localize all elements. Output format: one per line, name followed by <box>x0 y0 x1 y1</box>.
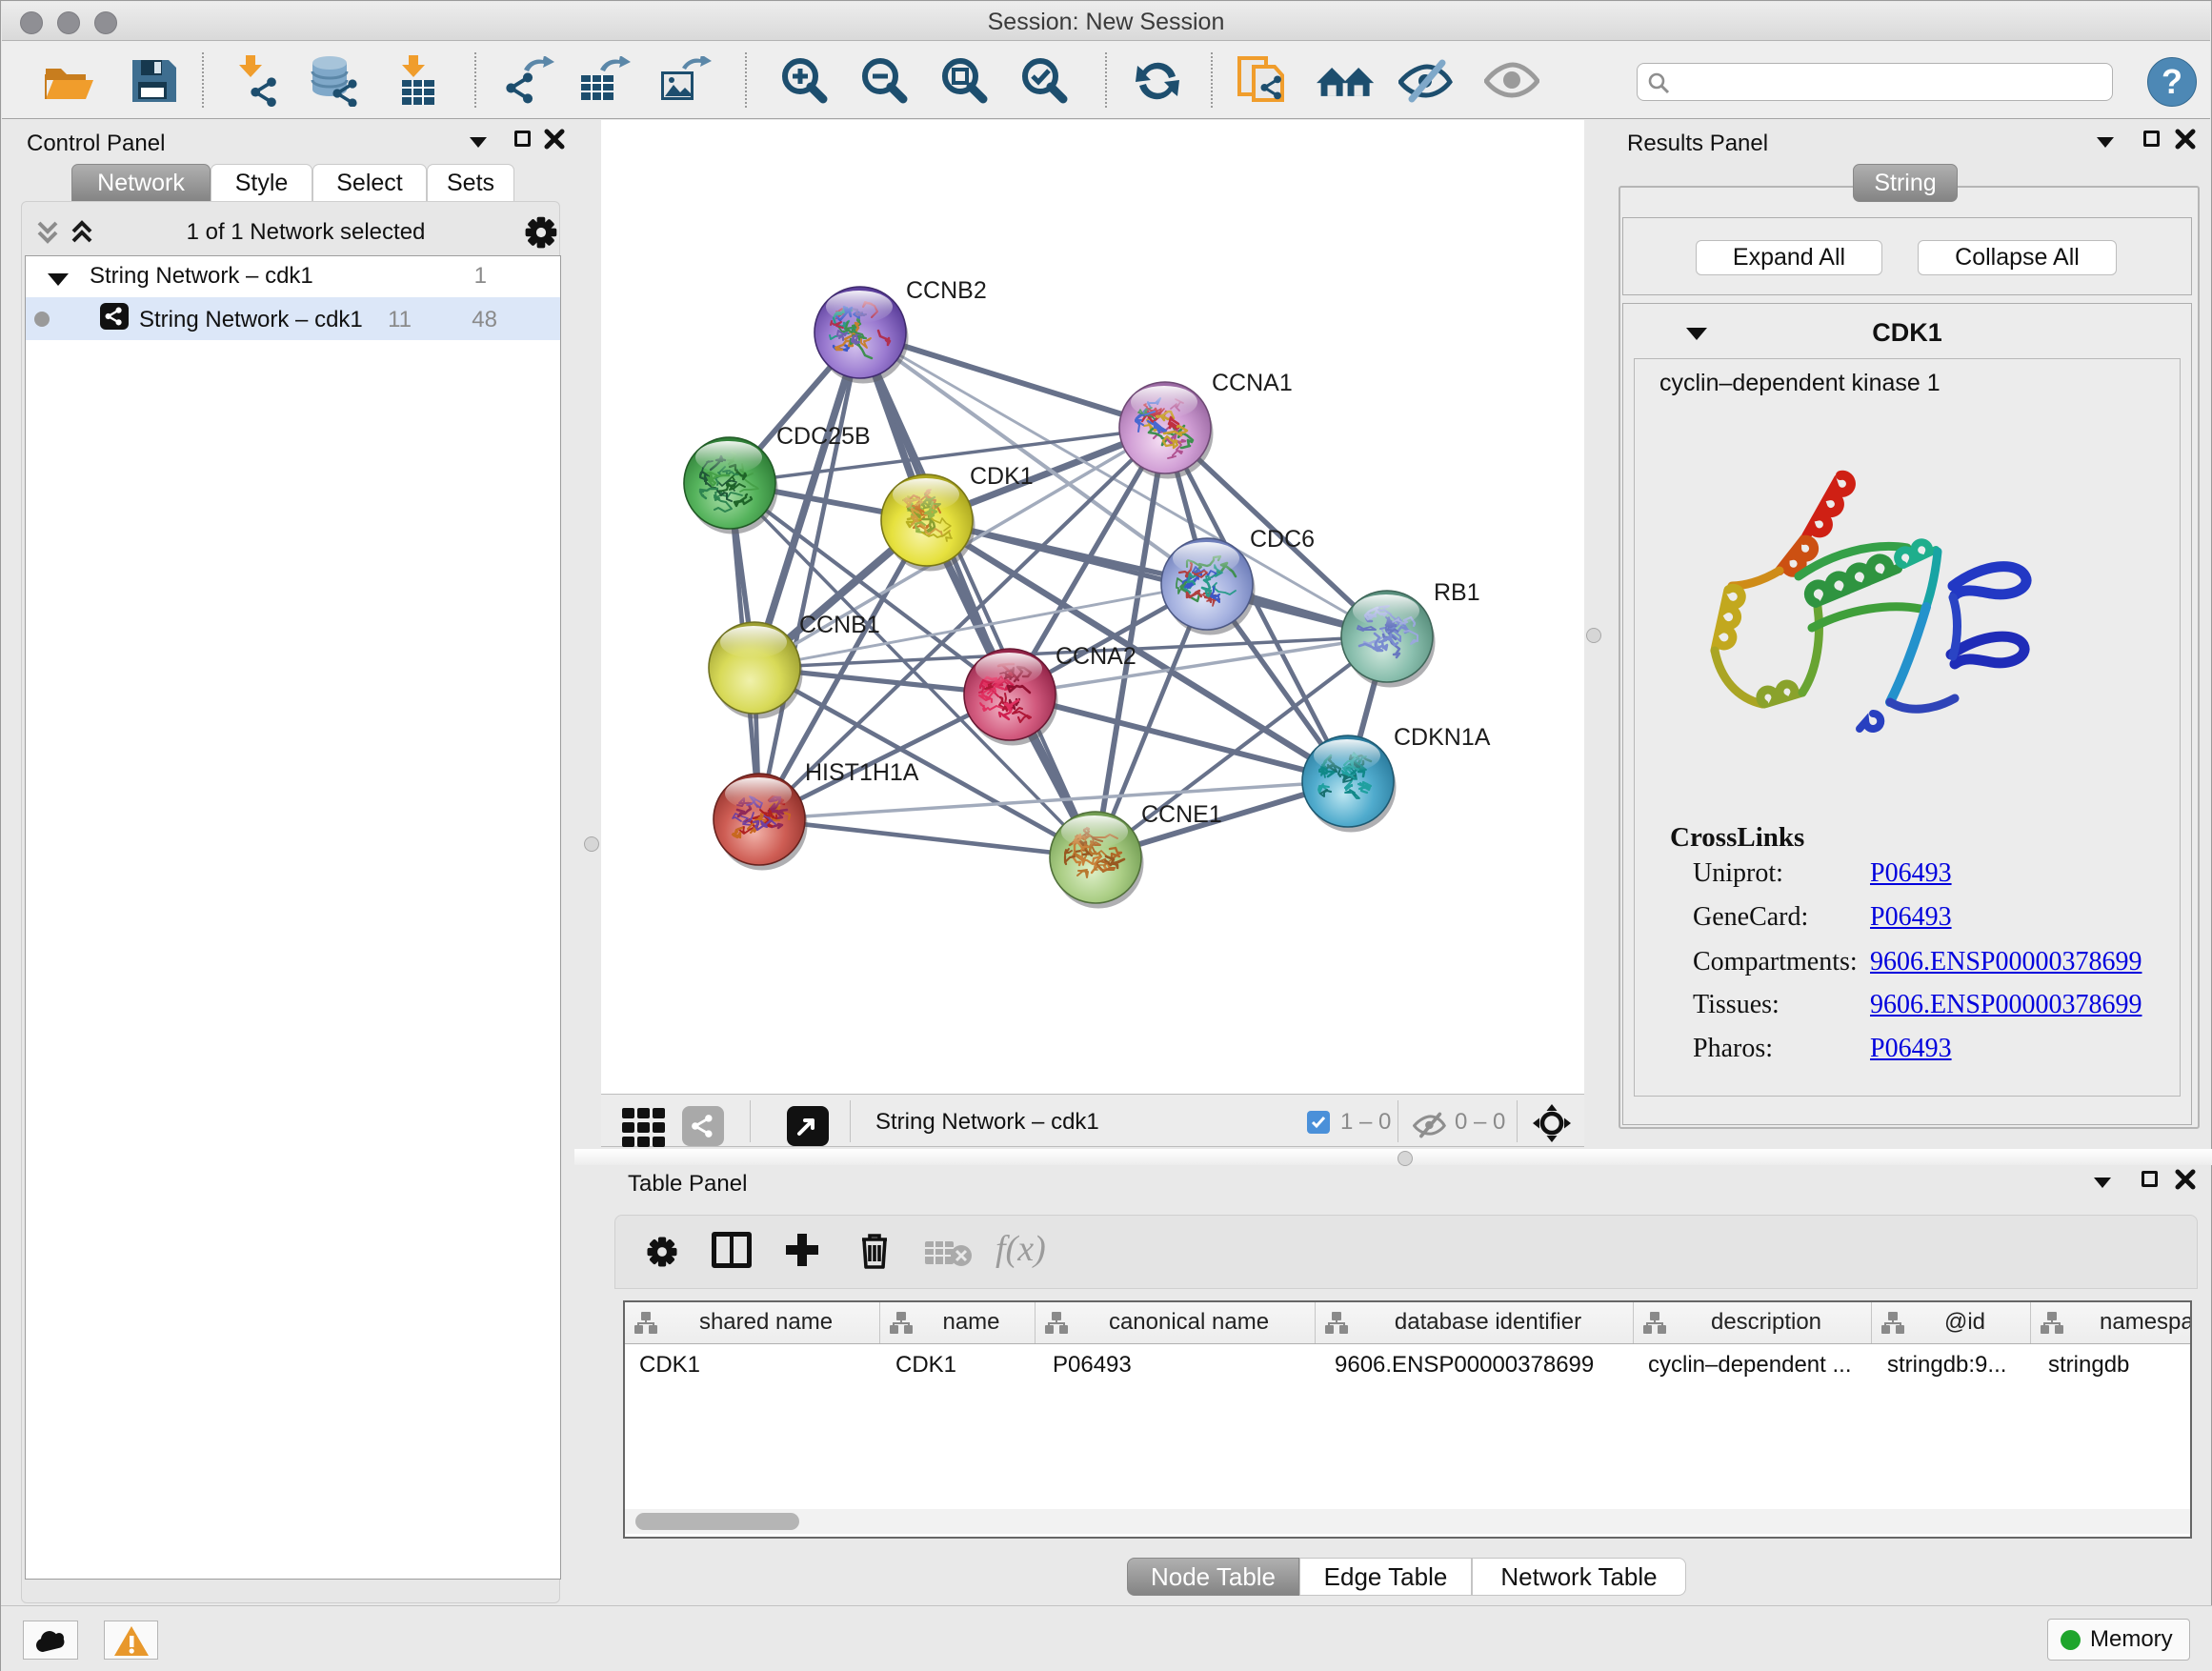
svg-text:CDKN1A: CDKN1A <box>1394 724 1491 751</box>
svg-text:CCNB1: CCNB1 <box>799 612 880 638</box>
svg-text:CCNB2: CCNB2 <box>906 277 987 304</box>
svg-text:CCNA1: CCNA1 <box>1212 370 1293 396</box>
svg-text:CDK1: CDK1 <box>970 463 1034 490</box>
svg-text:CCNA2: CCNA2 <box>1056 643 1136 670</box>
svg-text:RB1: RB1 <box>1434 579 1480 606</box>
svg-text:CDC6: CDC6 <box>1250 526 1315 553</box>
svg-text:HIST1H1A: HIST1H1A <box>805 759 919 786</box>
svg-text:CCNE1: CCNE1 <box>1141 801 1222 828</box>
svg-text:CDC25B: CDC25B <box>776 423 871 450</box>
